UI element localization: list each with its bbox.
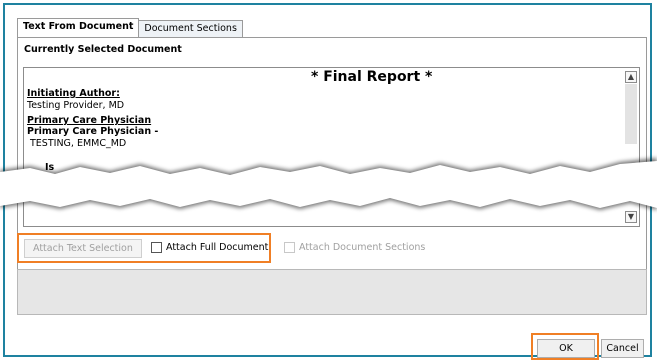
document-line: Testing Provider, MD [27,100,125,111]
attachments-area [17,269,647,315]
document-line: Initiating Author: [27,88,120,99]
checkbox-box[interactable] [284,242,295,253]
highlight-box [531,333,599,360]
scrollbar-track[interactable] [625,84,637,144]
highlight-box [17,233,271,263]
document-line: Primary Care Physician - [27,126,159,137]
document-line: Primary Care Physician [27,115,152,126]
cancel-button[interactable]: Cancel [601,339,644,358]
attach-document-sections-checkbox[interactable]: Attach Document Sections [284,242,425,253]
tab-document-sections[interactable]: Document Sections [138,20,243,37]
torn-paper-overlay [0,158,657,210]
section-label: Currently Selected Document [24,44,182,55]
tab-bar: Text From Document Document Sections [17,18,243,38]
attach-document-sections-label: Attach Document Sections [299,242,426,253]
document-title: * Final Report * [311,69,433,85]
scroll-up-icon[interactable]: ▲ [625,71,637,83]
tab-text-from-document[interactable]: Text From Document [17,18,140,37]
